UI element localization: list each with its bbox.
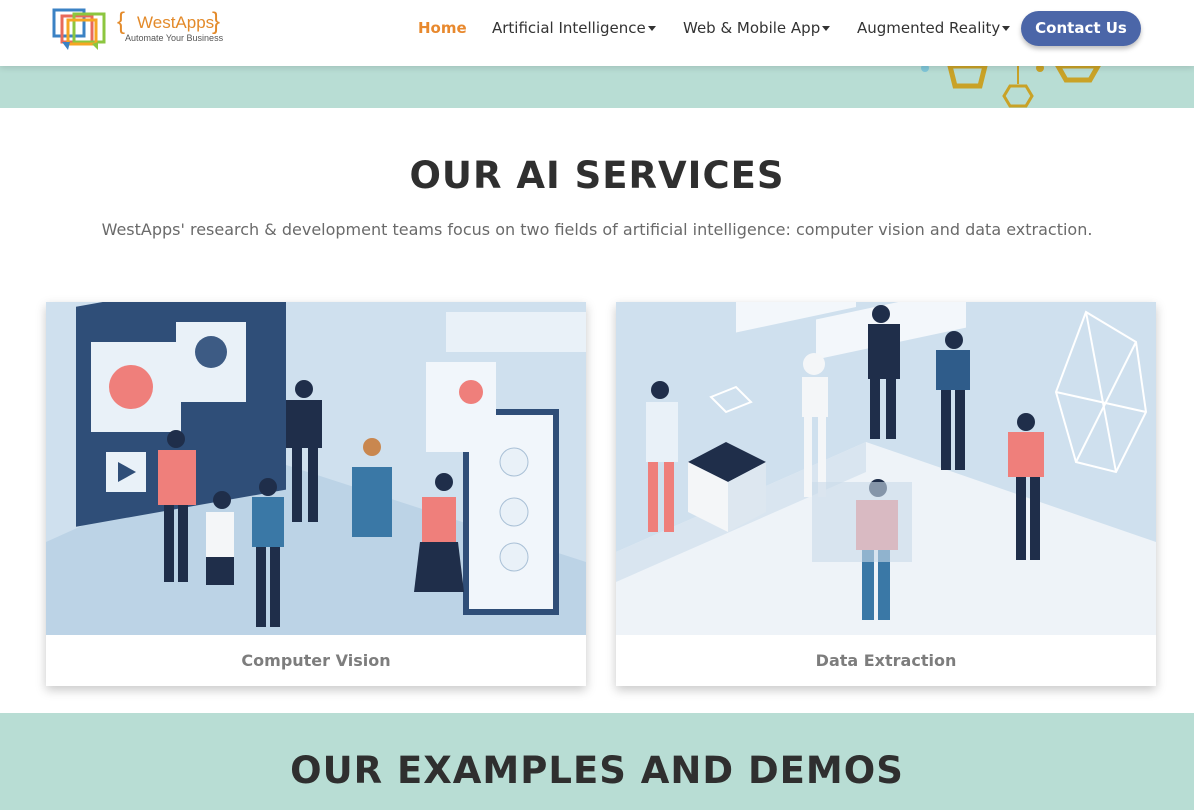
chevron-down-icon (1002, 26, 1011, 31)
card-label: Computer Vision (241, 651, 391, 670)
services-subtitle: WestApps' research & development teams f… (101, 220, 1093, 239)
logo-tagline: Automate Your Business (125, 33, 224, 43)
demos-title: OUR EXAMPLES AND DEMOS (290, 749, 904, 792)
nav-augmented-reality[interactable]: Augmented Reality (857, 19, 1011, 37)
computer-vision-illustration (46, 302, 586, 635)
hero-banner (0, 66, 1194, 108)
chevron-down-icon (822, 26, 831, 31)
demos-section: OUR EXAMPLES AND DEMOS (0, 713, 1194, 810)
nav-artificial-intelligence[interactable]: Artificial Intelligence (492, 19, 656, 37)
nav-augmented-reality-label: Augmented Reality (857, 19, 1001, 37)
nav-web-mobile-app[interactable]: Web & Mobile App (683, 19, 831, 37)
service-card-computer-vision[interactable]: Computer Vision (46, 302, 586, 686)
chevron-down-icon (647, 26, 656, 31)
nav-artificial-intelligence-label: Artificial Intelligence (492, 19, 646, 37)
site-header: { WestApps Automate Your Business } Home… (0, 0, 1194, 66)
nav-web-mobile-app-label: Web & Mobile App (683, 19, 821, 37)
services-title: OUR AI SERVICES (409, 154, 785, 197)
service-card-data-extraction[interactable]: Data Extraction (616, 302, 1156, 686)
robot-data-illustration-icon (616, 302, 1156, 635)
contact-us-button[interactable]: Contact Us (1021, 11, 1141, 46)
hexagon-decoration-icon (921, 66, 1101, 108)
people-screens-illustration-icon (46, 302, 586, 635)
logo-name: WestApps (137, 13, 215, 32)
logo-brace-left: { (117, 8, 126, 35)
logo-brace-right: } (212, 8, 221, 35)
data-extraction-illustration (616, 302, 1156, 635)
logo-icon (52, 8, 106, 50)
card-label: Data Extraction (815, 651, 957, 670)
nav-home[interactable]: Home (418, 19, 467, 37)
